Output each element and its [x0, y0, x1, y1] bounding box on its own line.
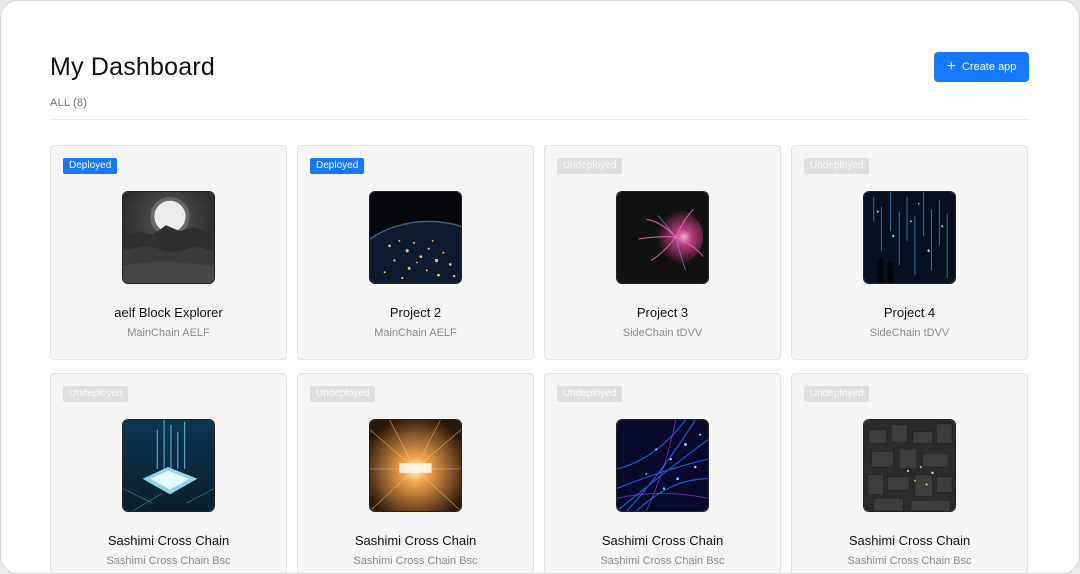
status-badge: Undeployed [557, 386, 623, 402]
status-badge: Undeployed [63, 386, 129, 402]
app-name: Sashimi Cross Chain [107, 533, 230, 548]
app-chain: MainChain AELF [127, 327, 210, 339]
app-chain: Sashimi Cross Chain Bsc [847, 555, 972, 567]
app-card[interactable]: Undeployed [791, 145, 1028, 360]
app-thumbnail [122, 191, 215, 284]
header-divider [50, 119, 1029, 120]
app-name: Sashimi Cross Chain [848, 533, 971, 548]
app-card[interactable]: Undeployed [544, 373, 781, 573]
status-badge: Undeployed [557, 158, 623, 174]
app-thumbnail [863, 419, 956, 512]
light-tunnel-image [370, 420, 461, 511]
app-name: aelf Block Explorer [114, 305, 223, 320]
app-chain: Sashimi Cross Chain Bsc [353, 555, 478, 567]
create-app-label: Create app [961, 61, 1017, 73]
app-name: Project 4 [883, 305, 936, 320]
app-thumbnail [616, 419, 709, 512]
moon-landscape-image [123, 192, 214, 283]
status-badge: Deployed [310, 158, 365, 174]
status-badge: Undeployed [804, 158, 870, 174]
app-thumbnail [863, 191, 956, 284]
status-badge: Undeployed [310, 386, 376, 402]
create-app-button[interactable]: + Create app [934, 52, 1029, 82]
app-card[interactable]: Undeployed [544, 145, 781, 360]
page-title: My Dashboard [50, 53, 215, 81]
status-badge: Undeployed [804, 386, 870, 402]
earth-night-image [370, 192, 461, 283]
light-rain-image [864, 192, 955, 283]
status-badge: Deployed [63, 158, 118, 174]
app-name: Project 2 [389, 305, 442, 320]
fiber-optics-image [617, 420, 708, 511]
app-chain: Sashimi Cross Chain Bsc [600, 555, 725, 567]
app-card[interactable]: Undeployed [50, 373, 287, 573]
chip-image [123, 420, 214, 511]
app-card[interactable]: Deployed aelf Block Explorer MainChain A… [50, 145, 287, 360]
app-card[interactable]: Undeployed [791, 373, 1028, 573]
app-grid: Deployed aelf Block Explorer MainChain A… [50, 145, 1028, 573]
page-header: My Dashboard ALL (8) + Create app [50, 51, 1029, 109]
app-name: Project 3 [636, 305, 689, 320]
plus-icon: + [946, 57, 956, 75]
app-thumbnail [369, 191, 462, 284]
dashboard-window: My Dashboard ALL (8) + Create app Deploy… [0, 0, 1080, 574]
app-thumbnail [369, 419, 462, 512]
app-chain: MainChain AELF [374, 327, 457, 339]
app-card[interactable]: Undeployed Sashimi Cross Chain Sashimi C… [297, 373, 534, 573]
dark-city-image [864, 420, 955, 511]
plasma-ball-image [617, 192, 708, 283]
app-chain: Sashimi Cross Chain Bsc [106, 555, 231, 567]
app-chain: SideChain tDVV [622, 327, 703, 339]
app-name: Sashimi Cross Chain [601, 533, 724, 548]
app-thumbnail [122, 419, 215, 512]
app-thumbnail [616, 191, 709, 284]
app-card[interactable]: Deployed Project 2 MainChain AELF [297, 145, 534, 360]
app-name: Sashimi Cross Chain [354, 533, 477, 548]
filter-tab-all[interactable]: ALL (8) [50, 97, 87, 109]
app-chain: SideChain tDVV [869, 327, 950, 339]
